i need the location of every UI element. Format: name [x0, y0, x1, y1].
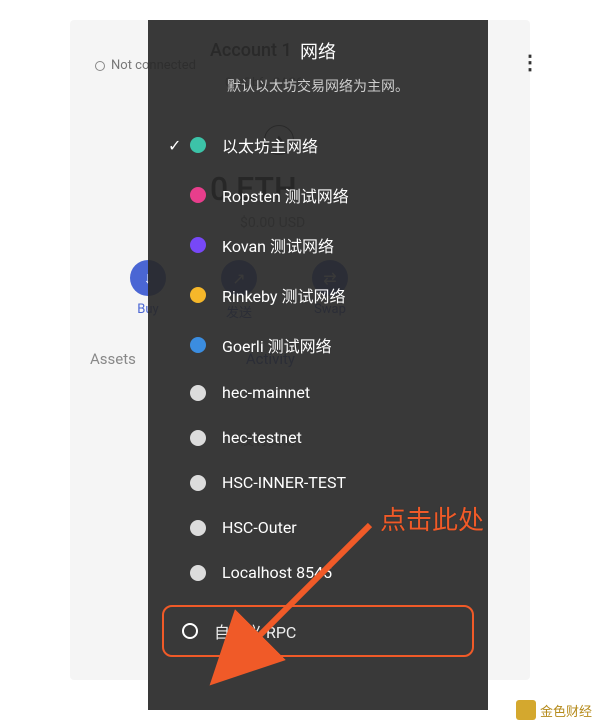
network-color-dot [190, 475, 206, 491]
network-item[interactable]: ✓Localhost 8545 [148, 550, 488, 595]
custom-rpc-button[interactable]: 自定义 RPC [162, 605, 474, 657]
network-item[interactable]: ✓Ropsten 测试网络 [148, 170, 488, 220]
network-color-dot [190, 187, 206, 203]
network-label: HSC-Outer [222, 518, 297, 537]
network-item[interactable]: ✓HSC-Outer [148, 505, 488, 550]
network-label: Rinkeby 测试网络 [222, 283, 345, 307]
network-color-dot [190, 385, 206, 401]
overlay-title: 网络 [148, 38, 488, 64]
network-label: Ropsten 测试网络 [222, 183, 349, 207]
network-item[interactable]: ✓Goerli 测试网络 [148, 320, 488, 370]
network-color-dot [190, 430, 206, 446]
network-selector-overlay: 网络 默认以太坊交易网络为主网。 ✓ 以太坊主网络 ✓Ropsten 测试网络✓Ko… [148, 20, 488, 710]
network-color-dot [190, 287, 206, 303]
network-color-dot [190, 565, 206, 581]
watermark: 金色财经 [516, 700, 592, 720]
watermark-text: 金色财经 [540, 701, 592, 720]
network-item[interactable]: ✓Kovan 测试网络 [148, 220, 488, 270]
network-color-dot [190, 137, 206, 153]
checkmark-icon: ✓ [168, 136, 190, 155]
network-label: 以太坊主网络 [222, 133, 318, 157]
network-label: Localhost 8545 [222, 563, 332, 582]
network-item[interactable]: ✓hec-testnet [148, 415, 488, 460]
network-label: hec-mainnet [222, 383, 310, 402]
network-color-dot [190, 237, 206, 253]
network-label: Kovan 测试网络 [222, 233, 334, 257]
circle-icon [182, 623, 198, 639]
network-item[interactable]: ✓hec-mainnet [148, 370, 488, 415]
tab-assets[interactable]: Assets [90, 350, 136, 368]
overlay-subtitle: 默认以太坊交易网络为主网。 [148, 76, 488, 96]
watermark-icon [516, 700, 536, 720]
network-item[interactable]: ✓Rinkeby 测试网络 [148, 270, 488, 320]
status-ring-icon [95, 61, 105, 71]
network-label: HSC-INNER-TEST [222, 473, 346, 492]
network-color-dot [190, 337, 206, 353]
network-label: Goerli 测试网络 [222, 333, 332, 357]
more-menu-icon[interactable]: ⋮ [520, 50, 540, 74]
custom-rpc-label: 自定义 RPC [214, 619, 296, 643]
network-item[interactable]: ✓ 以太坊主网络 [148, 120, 488, 170]
network-item[interactable]: ✓HSC-INNER-TEST [148, 460, 488, 505]
network-label: hec-testnet [222, 428, 302, 447]
network-color-dot [190, 520, 206, 536]
network-list: ✓ 以太坊主网络 ✓Ropsten 测试网络✓Kovan 测试网络✓Rinkeby … [148, 120, 488, 595]
